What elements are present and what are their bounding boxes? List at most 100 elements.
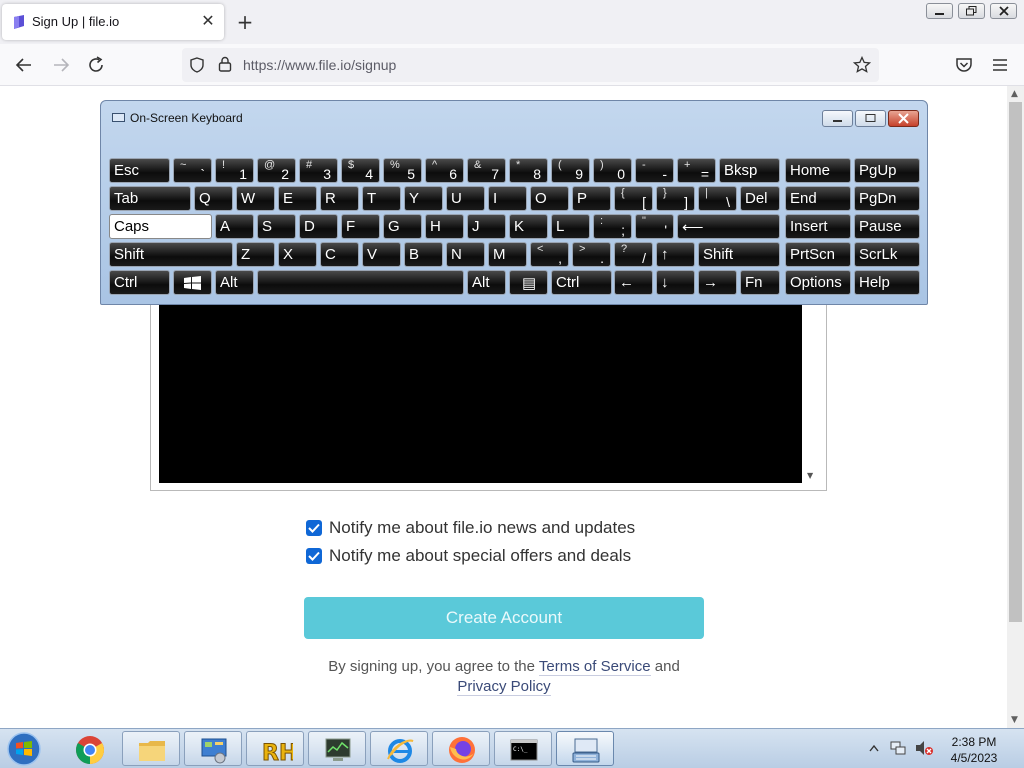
key-v[interactable]: V xyxy=(362,242,401,267)
key-prtscn[interactable]: PrtScn xyxy=(785,242,851,267)
taskbar-system-monitor[interactable] xyxy=(308,731,366,766)
key-windows[interactable] xyxy=(173,270,212,295)
key-left-arrow[interactable]: ← xyxy=(614,270,653,295)
key-u[interactable]: U xyxy=(446,186,485,211)
key-left-alt[interactable]: Alt xyxy=(215,270,254,295)
key-n[interactable]: N xyxy=(446,242,485,267)
create-account-button[interactable]: Create Account xyxy=(304,597,704,639)
taskbar-file-explorer[interactable] xyxy=(122,731,180,766)
key-c[interactable]: C xyxy=(320,242,359,267)
taskbar-firefox[interactable] xyxy=(432,731,490,766)
key-j[interactable]: J xyxy=(467,214,506,239)
key-insert[interactable]: Insert xyxy=(785,214,851,239)
notify-offers-label[interactable]: Notify me about special offers and deals xyxy=(329,546,631,566)
window-close-button[interactable] xyxy=(990,3,1017,19)
key-4[interactable]: $4 xyxy=(341,158,380,183)
key-7[interactable]: & 7 xyxy=(467,158,506,183)
scroll-down-arrow-icon[interactable]: ▼ xyxy=(807,471,813,480)
on-screen-keyboard-window[interactable]: On-Screen Keyboard Esc ~ ` ! 1 @2 #3 $4 % 5… xyxy=(100,100,928,305)
key-1[interactable]: ! 1 xyxy=(215,158,254,183)
key-backspace[interactable]: Bksp xyxy=(719,158,780,183)
key-pgup[interactable]: PgUp xyxy=(854,158,920,183)
key-pause[interactable]: Pause xyxy=(854,214,920,239)
key-left-ctrl[interactable]: Ctrl xyxy=(109,270,170,295)
key-d[interactable]: D xyxy=(299,214,338,239)
key-a[interactable]: A xyxy=(215,214,254,239)
tray-clock[interactable]: 2:38 PM 4/5/2023 xyxy=(944,734,1004,766)
page-scrollbar[interactable]: ▲ ▼ xyxy=(1007,86,1024,728)
key-left-bracket[interactable]: {[ xyxy=(614,186,653,211)
key-end[interactable]: End xyxy=(785,186,851,211)
key-scrlk[interactable]: ScrLk xyxy=(854,242,920,267)
key-down-arrow[interactable]: ↓ xyxy=(656,270,695,295)
url-bar[interactable]: https://www.file.io/signup xyxy=(182,48,879,82)
key-help[interactable]: Help xyxy=(854,270,920,295)
taskbar-chrome[interactable] xyxy=(60,731,118,766)
taskbar-control-panel[interactable] xyxy=(184,731,242,766)
privacy-policy-link[interactable]: Privacy Policy xyxy=(457,678,551,696)
osk-close-button[interactable] xyxy=(888,110,919,127)
key-g[interactable]: G xyxy=(383,214,422,239)
key-tab[interactable]: Tab xyxy=(109,186,191,211)
key-slash[interactable]: ? / xyxy=(614,242,653,267)
key-m[interactable]: M xyxy=(488,242,527,267)
key-e[interactable]: E xyxy=(278,186,317,211)
taskbar-command-prompt[interactable]: C:\_ xyxy=(494,731,552,766)
key-fn[interactable]: Fn xyxy=(740,270,780,295)
key-x[interactable]: X xyxy=(278,242,317,267)
key-esc[interactable]: Esc xyxy=(109,158,170,183)
new-tab-button[interactable]: + xyxy=(234,11,256,33)
scroll-down-arrow-icon[interactable]: ▼ xyxy=(1011,715,1018,725)
key-l[interactable]: L xyxy=(551,214,590,239)
terms-of-service-link[interactable]: Terms of Service xyxy=(538,658,651,676)
key-right-alt[interactable]: Alt xyxy=(467,270,506,295)
key-w[interactable]: W xyxy=(236,186,275,211)
scrollbar-thumb[interactable] xyxy=(1009,102,1022,622)
key-right-arrow[interactable]: → xyxy=(698,270,737,295)
bookmark-star-icon[interactable] xyxy=(853,56,871,74)
key-5[interactable]: % 5 xyxy=(383,158,422,183)
key-r[interactable]: R xyxy=(320,186,359,211)
scroll-up-arrow-icon[interactable]: ▲ xyxy=(1011,89,1018,99)
osk-minimize-button[interactable] xyxy=(822,110,853,127)
key-pgdn[interactable]: PgDn xyxy=(854,186,920,211)
taskbar-rh-app[interactable]: RH xyxy=(246,731,304,766)
volume-muted-icon[interactable] xyxy=(914,739,934,757)
key-backslash[interactable]: | \ xyxy=(698,186,737,211)
frame-scrollbar[interactable]: ▼ xyxy=(803,305,819,483)
key-left-shift[interactable]: Shift xyxy=(109,242,233,267)
key-p[interactable]: P xyxy=(572,186,611,211)
key-menu[interactable]: ▤ xyxy=(509,270,548,295)
key-6[interactable]: ^ 6 xyxy=(425,158,464,183)
notify-offers-checkbox[interactable] xyxy=(306,548,322,564)
key-caps[interactable]: Caps xyxy=(109,214,212,239)
notify-news-label[interactable]: Notify me about file.io news and updates xyxy=(329,518,635,538)
url-text[interactable]: https://www.file.io/signup xyxy=(243,57,396,73)
key-i[interactable]: I xyxy=(488,186,527,211)
key-period[interactable]: >. xyxy=(572,242,611,267)
key-h[interactable]: H xyxy=(425,214,464,239)
key-b[interactable]: B xyxy=(404,242,443,267)
tab-sign-up[interactable]: Sign Up | file.io ✕ xyxy=(2,4,224,40)
key-o[interactable]: O xyxy=(530,186,569,211)
key-9[interactable]: (9 xyxy=(551,158,590,183)
key-del[interactable]: Del xyxy=(740,186,780,211)
reload-icon[interactable] xyxy=(85,54,107,76)
restore-button[interactable] xyxy=(958,3,985,19)
hamburger-menu-icon[interactable] xyxy=(989,54,1011,76)
back-arrow-icon[interactable] xyxy=(13,54,35,76)
lock-icon[interactable] xyxy=(217,55,233,73)
key-q[interactable]: Q xyxy=(194,186,233,211)
key-equals[interactable]: + = xyxy=(677,158,716,183)
key-2[interactable]: @2 xyxy=(257,158,296,183)
key-comma[interactable]: <, xyxy=(530,242,569,267)
start-button-icon[interactable] xyxy=(4,730,44,768)
key-f[interactable]: F xyxy=(341,214,380,239)
taskbar-on-screen-keyboard[interactable] xyxy=(556,731,614,766)
key-right-bracket[interactable]: }] xyxy=(656,186,695,211)
key-enter[interactable]: ⟵ xyxy=(677,214,780,239)
key-minus[interactable]: -- xyxy=(635,158,674,183)
notify-news-checkbox[interactable] xyxy=(306,520,322,536)
key-options[interactable]: Options xyxy=(785,270,851,295)
key-tilde[interactable]: ~ ` xyxy=(173,158,212,183)
